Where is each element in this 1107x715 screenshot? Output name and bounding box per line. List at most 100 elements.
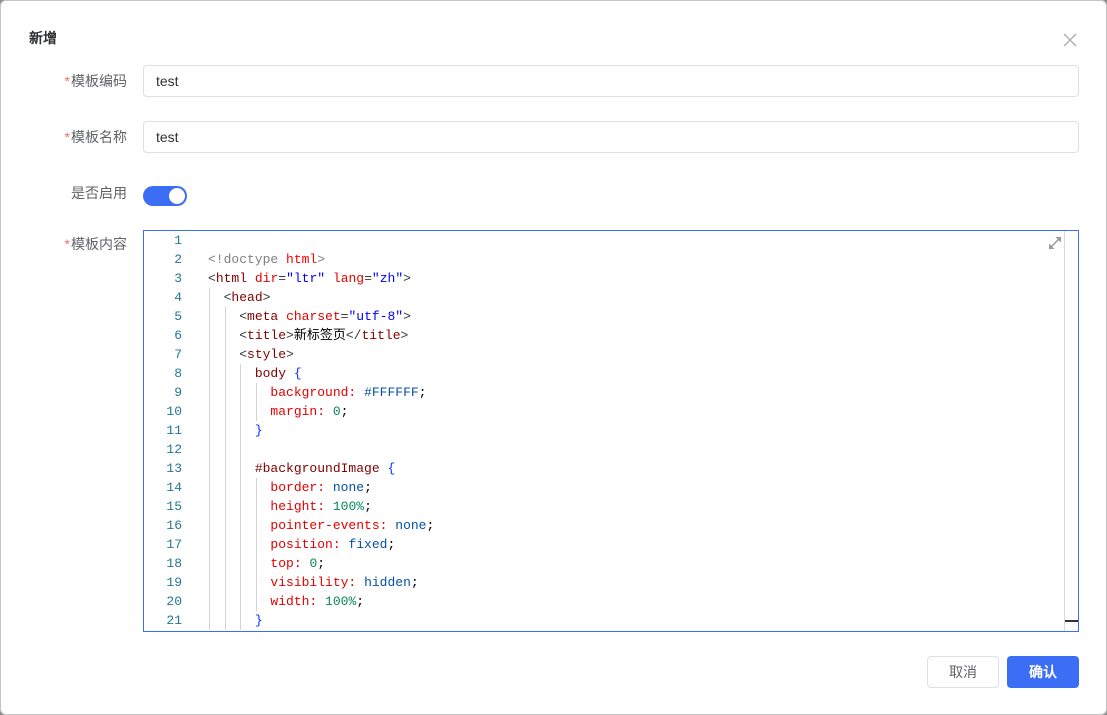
- line-number: 8: [174, 366, 182, 381]
- code-line[interactable]: 2 <!doctype html>: [144, 250, 1064, 269]
- code-line[interactable]: 12: [144, 440, 1064, 459]
- code-token: ;: [364, 480, 372, 495]
- code-token: }: [254, 423, 263, 438]
- indent-guide: [224, 440, 226, 459]
- code-token: border:: [270, 480, 326, 495]
- code-token: top:: [270, 556, 302, 571]
- code-token: none: [332, 480, 365, 495]
- line-code: border: none;: [208, 478, 372, 497]
- code-line[interactable]: 20 width: 100%;: [144, 592, 1064, 611]
- code-token: ;: [387, 537, 396, 552]
- template-code-input[interactable]: [143, 65, 1079, 97]
- code-token: position:: [270, 537, 341, 552]
- code-line[interactable]: 3 <html dir="ltr" lang="zh">: [144, 269, 1064, 288]
- code-token: none: [395, 518, 427, 533]
- code-token: style: [247, 347, 287, 362]
- enabled-toggle[interactable]: [143, 186, 187, 206]
- code-token: lang: [332, 271, 365, 286]
- code-lines[interactable]: 1 2 <!doctype html> 3 <html dir="ltr" lang="…: [144, 231, 1064, 631]
- code-token: >: [286, 347, 294, 362]
- code-token: body: [254, 366, 287, 381]
- line-number: 7: [174, 347, 182, 362]
- line-code: visibility: hidden;: [208, 573, 418, 592]
- code-line[interactable]: 5 <meta charset="utf-8">: [144, 307, 1064, 326]
- code-token: visibility:: [270, 575, 357, 590]
- code-token: fixed: [348, 537, 388, 552]
- code-line[interactable]: 9 background: #FFFFFF;: [144, 383, 1064, 402]
- line-number: 3: [174, 271, 182, 286]
- expand-button[interactable]: [1048, 236, 1062, 250]
- code-line[interactable]: 6 <title>新标签页</title>: [144, 326, 1064, 345]
- code-token: #backgroundImage: [254, 461, 380, 476]
- code-line[interactable]: 13 #backgroundImage {: [144, 459, 1064, 478]
- line-code: body {: [208, 364, 302, 383]
- cancel-button[interactable]: 取消: [927, 656, 999, 688]
- dialog-title: 新增: [29, 30, 57, 46]
- confirm-button[interactable]: 确认: [1007, 656, 1079, 688]
- template-content-label-text: 模板内容: [71, 236, 127, 252]
- line-number: 11: [166, 423, 182, 438]
- code-token: >: [262, 290, 271, 305]
- code-token: 0: [332, 404, 341, 419]
- code-line[interactable]: 7 <style>: [144, 345, 1064, 364]
- code-line[interactable]: 14 border: none;: [144, 478, 1064, 497]
- code-token: "ltr": [286, 271, 326, 286]
- code-token: <: [239, 347, 248, 362]
- template-name-label: *模板名称: [0, 127, 127, 147]
- code-line[interactable]: 1: [144, 231, 1064, 250]
- code-token: html: [215, 271, 248, 286]
- close-button[interactable]: [1063, 33, 1077, 47]
- line-number: 1: [174, 233, 182, 248]
- line-code: }: [208, 611, 263, 630]
- code-line[interactable]: 11 }: [144, 421, 1064, 440]
- line-code: #backgroundImage {: [208, 459, 395, 478]
- code-token: >: [403, 309, 411, 324]
- code-line[interactable]: 21 }: [144, 611, 1064, 630]
- line-number: 21: [166, 613, 182, 628]
- required-mark: *: [64, 73, 70, 89]
- template-name-input[interactable]: [143, 121, 1079, 153]
- code-line[interactable]: 19 visibility: hidden;: [144, 573, 1064, 592]
- code-token: title: [361, 328, 401, 343]
- line-number: 10: [166, 404, 182, 419]
- code-token: {: [387, 461, 396, 476]
- line-code: <html dir="ltr" lang="zh">: [208, 269, 411, 288]
- code-line[interactable]: 4 <head>: [144, 288, 1064, 307]
- code-line[interactable]: 17 position: fixed;: [144, 535, 1064, 554]
- cursor-position-marker: [1065, 620, 1078, 622]
- line-code: margin: 0;: [208, 402, 348, 421]
- code-token: charset: [286, 309, 341, 324]
- code-token: </: [345, 328, 362, 343]
- toggle-knob: [169, 188, 185, 204]
- line-code: top: 0;: [208, 554, 325, 573]
- code-line[interactable]: 15 height: 100%;: [144, 497, 1064, 516]
- template-content-label: *模板内容: [0, 234, 127, 254]
- code-token: width:: [270, 594, 318, 609]
- code-token: pointer-events:: [270, 518, 388, 533]
- line-code: }: [208, 421, 263, 440]
- template-content-editor[interactable]: 1 2 <!doctype html> 3 <html dir="ltr" lang="…: [143, 230, 1079, 632]
- code-token: meta: [247, 309, 279, 324]
- code-line[interactable]: 16 pointer-events: none;: [144, 516, 1064, 535]
- code-token: >: [400, 328, 409, 343]
- code-token: "utf-8": [348, 309, 404, 324]
- line-code: height: 100%;: [208, 497, 371, 516]
- template-code-label-text: 模板编码: [71, 73, 127, 89]
- code-token: <: [239, 328, 248, 343]
- code-line[interactable]: 8 body {: [144, 364, 1064, 383]
- line-code: <title>新标签页</title>: [208, 326, 408, 345]
- code-line[interactable]: 10 margin: 0;: [144, 402, 1064, 421]
- code-token: ;: [317, 556, 326, 571]
- line-number: 2: [174, 252, 182, 267]
- line-code: background: #FFFFFF;: [208, 383, 426, 402]
- template-code-label: *模板编码: [0, 71, 127, 91]
- code-line[interactable]: 18 top: 0;: [144, 554, 1064, 573]
- overview-ruler[interactable]: [1064, 231, 1078, 631]
- enabled-label-text: 是否启用: [71, 185, 127, 201]
- code-token: background:: [270, 385, 357, 400]
